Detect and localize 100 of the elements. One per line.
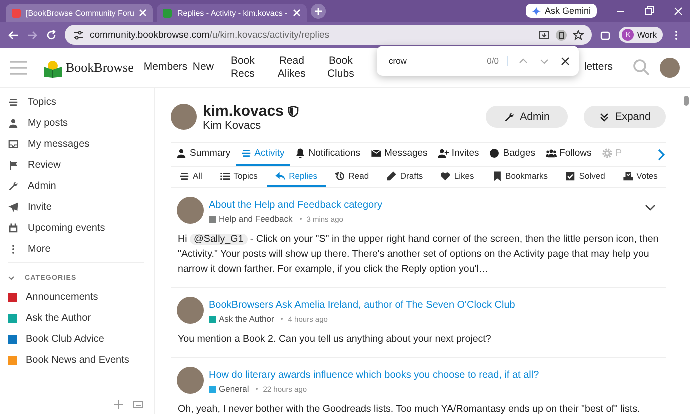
nav-link[interactable]: letters	[584, 61, 613, 74]
nav-link[interactable]: Book Recs	[222, 54, 263, 80]
site-favicon-icon	[12, 8, 21, 18]
person-icon	[176, 148, 187, 159]
category-label[interactable]: General	[219, 384, 250, 394]
avatar-placeholder	[171, 104, 197, 130]
profile-tab[interactable]: Invites	[432, 143, 484, 166]
match-count: 0/0	[487, 56, 508, 66]
sparkle-icon	[532, 6, 541, 16]
avatar-placeholder	[177, 197, 204, 224]
username: kim.kovacs	[203, 102, 284, 120]
activity-filter-tab[interactable]: Votes	[614, 167, 666, 187]
profile-label: Work	[637, 30, 657, 40]
paper-plane-icon	[8, 202, 19, 213]
avatar-placeholder	[177, 367, 204, 394]
sidebar-item[interactable]: Admin	[28, 181, 56, 192]
back-arrow-icon[interactable]	[8, 30, 19, 40]
nav-link[interactable]: Read Alikes	[272, 54, 312, 80]
category-label[interactable]: Help and Feedback	[219, 214, 293, 224]
activity-filter-tab[interactable]: Replies	[267, 167, 326, 187]
activity-filter-tab[interactable]: All	[171, 167, 210, 187]
sidebar-item[interactable]: Invite	[28, 202, 52, 213]
gear-icon	[602, 148, 613, 159]
sidebar-item[interactable]: My messages	[28, 139, 90, 150]
list-icon	[179, 170, 190, 182]
full-name: Kim Kovacs	[203, 120, 262, 132]
activity-filter-tab[interactable]: Likes	[432, 167, 482, 187]
restore-icon[interactable]	[644, 6, 655, 16]
activity-filter-tab[interactable]: Bookmarks	[484, 167, 556, 187]
nav-link[interactable]: New	[192, 61, 214, 74]
category-link[interactable]: Ask the Author	[26, 313, 92, 324]
heart-icon	[440, 170, 452, 182]
close-icon[interactable]	[560, 56, 571, 66]
plus-icon[interactable]	[114, 400, 123, 409]
scrollbar-thumb[interactable]	[684, 96, 689, 106]
avatar-placeholder	[177, 297, 204, 324]
user-avatar[interactable]	[660, 58, 680, 78]
inbox-icon	[8, 139, 19, 150]
extensions-icon[interactable]	[600, 30, 612, 40]
keyboard-icon[interactable]	[133, 399, 144, 410]
star-icon[interactable]	[573, 30, 584, 40]
activity-filter-tab[interactable]: Topics	[212, 167, 266, 187]
reload-icon[interactable]	[46, 30, 57, 40]
nav-link[interactable]: Book Clubs	[320, 54, 361, 80]
profile-tab[interactable]: Activity	[236, 143, 290, 166]
bookmark-icon	[492, 170, 503, 182]
tab-title: [BookBrowse Community Foru	[26, 8, 134, 18]
category-link[interactable]: Book Club Advice	[26, 334, 104, 345]
post-excerpt: Oh, yeah, I never bother with the Goodreads lists. Too much YA/Romantasy ends up on their "best of" lists.	[178, 403, 642, 414]
shield-icon	[288, 106, 299, 116]
sidebar-item[interactable]: My posts	[28, 118, 68, 129]
profile-tab[interactable]: Follows	[540, 143, 597, 166]
category-label[interactable]: Ask the Author	[219, 314, 274, 324]
address-bar[interactable]: community.bookbrowse.com/u/kim.kovacs/activity/replies	[65, 25, 592, 45]
browser-tab[interactable]: [BookBrowse Community Foru	[6, 4, 154, 22]
reply-icon	[275, 170, 286, 182]
chevron-down-icon[interactable]	[645, 202, 656, 213]
post-excerpt: You mention a Book 2. Can you tell us anything about your next project?	[178, 333, 492, 347]
category-link[interactable]: Announcements	[26, 292, 98, 303]
chevron-down-icon[interactable]	[8, 274, 15, 282]
chevron-right-icon[interactable]	[656, 148, 666, 160]
badge-icon	[489, 148, 500, 159]
category-link[interactable]: Book News and Events	[26, 355, 130, 366]
person-icon	[8, 118, 19, 129]
ask-gemini-button[interactable]: Ask Gemini	[526, 4, 597, 18]
site-settings-icon[interactable]	[73, 30, 84, 40]
topic-link[interactable]: How do literary awards influence which books you choose to read, if at all?	[209, 370, 666, 381]
profile-tab[interactable]: Badges	[484, 143, 541, 166]
calendar-icon	[8, 223, 19, 234]
profile-tab[interactable]: Summary	[171, 143, 236, 166]
activity-filter-tab[interactable]: Read	[326, 167, 378, 187]
new-tab-icon[interactable]	[310, 4, 326, 18]
profile-tab[interactable]: Messages	[366, 143, 433, 166]
activity-filter-tab[interactable]: Drafts	[378, 167, 432, 187]
list-icon	[220, 170, 231, 182]
profile-action-button[interactable]: Admin	[486, 106, 568, 128]
sidebar-item[interactable]: Upcoming events	[28, 223, 106, 234]
install-icon[interactable]	[539, 30, 550, 40]
post-excerpt: Hi @Sally_G1 - Click on your "S" in the upper right hand corner of the screen, then the little person icon, then "Activity." Your posts will show up there. There's another set of options on the Activity page that may help you narrow it down farther. For example, if you click the Reply option you'l…	[178, 233, 660, 277]
list-icon	[240, 148, 252, 159]
url-text: community.bookbrowse.com/u/kim.kovacs/activity/replies	[90, 30, 330, 40]
find-input[interactable]: crow	[389, 56, 478, 66]
double-chevron-icon	[599, 112, 610, 122]
browser-tab[interactable]: Replies - Activity - kim.kovacs -	[157, 4, 307, 22]
activity-filter-tab[interactable]: Solved	[557, 167, 614, 187]
mention-link[interactable]: @Sally_G1	[190, 234, 248, 245]
envelope-icon	[370, 148, 382, 159]
profile-tab[interactable]: Notifications	[290, 143, 366, 166]
wrench-icon	[8, 181, 19, 192]
sidebar-item[interactable]: Review	[28, 160, 61, 171]
profile-action-button[interactable]: Expand	[584, 106, 666, 128]
sidebar-item[interactable]: More	[28, 244, 51, 255]
ballot-icon	[622, 170, 634, 182]
topic-link[interactable]: BookBrowsers Ask Amelia Ireland, author of The Seven O'Clock Club	[209, 300, 666, 311]
sidebar-item[interactable]: Topics	[28, 97, 56, 108]
topic-link[interactable]: About the Help and Feedback category	[209, 200, 666, 211]
people-icon	[546, 148, 557, 159]
checkbox-icon	[565, 170, 576, 182]
site-logo-text: BookBrowse	[66, 60, 134, 76]
site-favicon-icon	[163, 8, 172, 18]
